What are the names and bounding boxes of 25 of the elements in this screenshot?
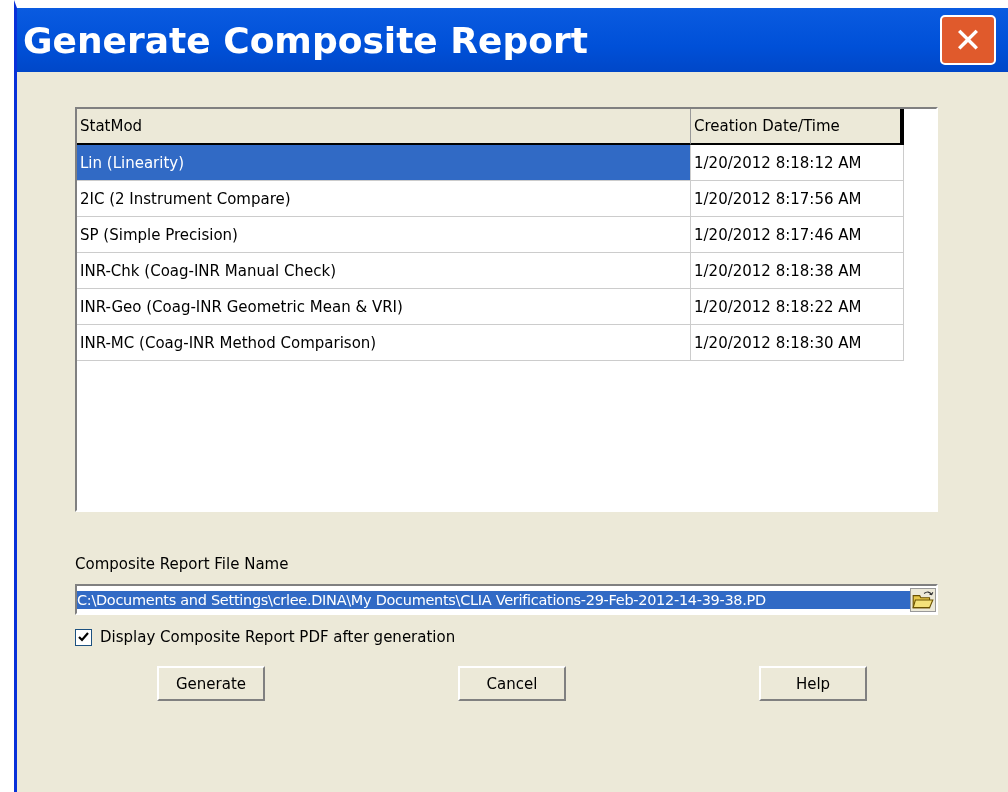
checkbox-label: Display Composite Report PDF after generation [100,628,456,646]
table-cell[interactable]: SP (Simple Precision) [77,217,691,253]
checkbox[interactable] [75,628,92,646]
window-title: Generate Composite Report [23,19,588,61]
table-cell[interactable]: 1/20/2012 8:17:56 AM [691,181,904,217]
folder-icon[interactable] [910,587,936,612]
table-cell[interactable]: 2IC (2 Instrument Compare) [77,181,691,217]
table-cell[interactable]: 1/20/2012 8:18:12 AM [691,145,904,181]
table-cell[interactable]: Lin (Linearity) [77,145,691,181]
column-header[interactable]: StatMod [77,109,691,145]
dialog-button[interactable]: Help [759,666,867,701]
table-cell[interactable]: 1/20/2012 8:18:30 AM [691,325,904,361]
file-name-field[interactable]: C:\Documents and Settings\crlee.DINA\My Documents\CLIA Verifications-29-Feb-2012-14-39-38.PD [75,584,938,615]
field-label: Composite Report File Name [75,555,290,573]
table-cell[interactable]: INR-Geo (Coag-INR Geometric Mean & VRI) [77,289,691,325]
table-cell[interactable]: 1/20/2012 8:18:22 AM [691,289,904,325]
table-cell[interactable]: INR-Chk (Coag-INR Manual Check) [77,253,691,289]
table-cell[interactable]: 1/20/2012 8:17:46 AM [691,217,904,253]
dialog-button[interactable]: Generate [157,666,265,701]
field-value: C:\Documents and Settings\crlee.DINA\My Documents\CLIA Verifications-29-Feb-2012-14-39-38.PD [77,590,910,609]
dialog-button[interactable]: Cancel [458,666,566,701]
close-button[interactable]: ✕ [940,15,996,65]
table-cell[interactable]: INR-MC (Coag-INR Method Comparison) [77,325,691,361]
table-cell[interactable]: 1/20/2012 8:18:38 AM [691,253,904,289]
column-header[interactable]: Creation Date/Time [691,109,904,145]
